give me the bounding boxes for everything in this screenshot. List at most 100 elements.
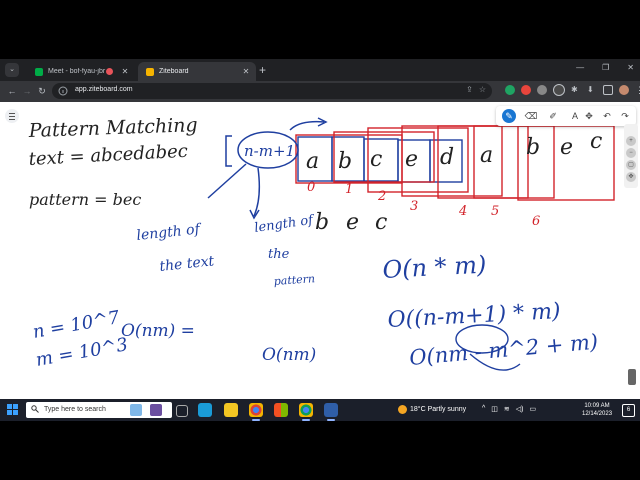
complexity-middle: O(nm): [262, 345, 316, 365]
pan-icon[interactable]: ✥: [626, 172, 636, 182]
pattern-characters: b e c: [315, 210, 387, 235]
back-icon[interactable]: ←: [5, 84, 19, 98]
tab-title: Ziteboard: [159, 68, 189, 75]
whiteboard-drawing[interactable]: Pattern Matching text = abcedabec patter…: [0, 102, 640, 399]
edge-icon[interactable]: [198, 403, 212, 417]
side-panel-icon[interactable]: [603, 85, 613, 95]
text-char: b: [338, 149, 352, 174]
zoom-in-icon[interactable]: +: [626, 136, 636, 146]
shape-tool-icon[interactable]: ✐: [546, 109, 560, 123]
length-pattern-line1: length of: [253, 213, 316, 236]
forward-icon[interactable]: →: [20, 84, 34, 98]
network-icon[interactable]: ◫: [491, 405, 498, 413]
wifi-icon[interactable]: ≋: [504, 405, 510, 413]
pen-tool-icon[interactable]: ✎: [502, 109, 516, 123]
share-icon[interactable]: ⇪: [466, 85, 473, 94]
windows-taskbar: Type here to search 18°C Partly sunny ^ …: [0, 399, 640, 421]
meeting-app-icon[interactable]: [324, 403, 338, 421]
grammarly-icon[interactable]: [505, 85, 515, 95]
partly-sunny-icon: [398, 405, 407, 414]
big-o-line1: O(n * m): [382, 251, 487, 284]
big-o-derivation: O(n * m) O((n-m+1) * m) O(nm - m^2 + m): [382, 251, 599, 371]
close-tab-icon[interactable]: ✕: [119, 67, 131, 76]
index-labels: 0 1 2 3 4 5 6: [307, 180, 540, 229]
weather-widget[interactable]: 18°C Partly sunny: [398, 405, 466, 414]
site-info-icon[interactable]: [58, 86, 68, 96]
text-tool-icon[interactable]: A: [568, 109, 582, 123]
minimize-icon[interactable]: —: [576, 63, 584, 72]
undo-icon[interactable]: ↶: [600, 109, 614, 123]
board-menu-button[interactable]: [5, 109, 19, 123]
tab-title: Meet - bof-fyau-jbr: [48, 68, 106, 75]
pattern-char: e: [346, 210, 359, 235]
volume-icon[interactable]: ◁): [516, 405, 524, 413]
fit-icon[interactable]: ▢: [626, 160, 636, 170]
complexity-left: O(nm) =: [121, 321, 195, 341]
drawing-toolbar: ✎ ⌫ ✐ A ✥ ↶ ↷: [496, 106, 636, 126]
puzzle-icon[interactable]: ✱: [571, 85, 581, 95]
windows-start-icon[interactable]: [7, 404, 18, 415]
extensions-area: ✱ ⬇ ⋮: [505, 84, 640, 96]
ziteboard-icon: [146, 67, 154, 76]
tab-search-button[interactable]: ⌄: [5, 63, 19, 77]
extension-icon[interactable]: [553, 84, 565, 96]
big-o-line3: O(nm - m^2 + m): [408, 330, 599, 370]
big-o-line2: O((n-m+1) * m): [387, 299, 561, 333]
battery-icon[interactable]: ▭: [530, 405, 537, 413]
clock-time: 10:09 AM: [584, 403, 610, 409]
redo-icon[interactable]: ↷: [618, 109, 632, 123]
restore-icon[interactable]: ❐: [602, 63, 609, 72]
weather-text: 18°C Partly sunny: [410, 406, 467, 413]
extension-icon[interactable]: [537, 85, 547, 95]
clock[interactable]: 10:09 AM 12/14/2023: [582, 402, 612, 418]
index-label: 4: [458, 204, 467, 219]
close-tab-icon[interactable]: ✕: [240, 67, 252, 76]
show-hidden-icons-icon[interactable]: ^: [482, 405, 485, 413]
length-pattern-line3: pattern: [273, 272, 315, 288]
search-icon: [31, 405, 39, 413]
length-text-line1: length of: [136, 221, 204, 244]
text-char: e: [405, 147, 418, 172]
ziteboard-canvas[interactable]: Pattern Matching text = abcedabec patter…: [0, 102, 640, 399]
taskbar-search[interactable]: Type here to search: [26, 402, 172, 418]
index-label: 3: [410, 199, 418, 214]
extension-icon[interactable]: [521, 85, 531, 95]
file-explorer-icon[interactable]: [224, 403, 238, 417]
notification-center-icon[interactable]: 6: [622, 404, 635, 417]
address-bar[interactable]: app.ziteboard.com ⇪ ☆: [52, 83, 492, 99]
reload-icon[interactable]: ↻: [35, 84, 49, 98]
pattern-char: c: [375, 210, 387, 235]
bookmark-star-icon[interactable]: ☆: [479, 85, 486, 94]
pattern-definition: pattern = bec: [29, 190, 141, 209]
window-controls: — ❐ ✕: [576, 63, 634, 72]
eraser-tool-icon[interactable]: ⌫: [524, 109, 538, 123]
chrome-icon[interactable]: [299, 403, 313, 421]
length-pattern-line2: the: [268, 247, 290, 262]
menu-dots-icon[interactable]: ⋮: [635, 85, 640, 96]
recording-indicator-icon: [106, 68, 113, 75]
zoom-tools: + − ▢ ✥: [624, 124, 638, 188]
help-icon[interactable]: [628, 369, 636, 385]
tab-meet[interactable]: Meet - bof-fyau-jbr ✕: [27, 62, 135, 81]
zoom-out-icon[interactable]: −: [626, 148, 636, 158]
text-char: a: [306, 149, 319, 174]
download-icon[interactable]: ⬇: [587, 85, 597, 95]
avatar[interactable]: [619, 85, 629, 95]
search-placeholder: Type here to search: [44, 406, 106, 413]
search-highlight-icon: [150, 404, 162, 416]
tab-strip: ⌄ Meet - bof-fyau-jbr ✕ Ziteboard ✕ + — …: [0, 59, 640, 81]
meet-icon: [35, 67, 43, 76]
title-text: Pattern Matching: [27, 114, 198, 142]
new-tab-button[interactable]: +: [259, 62, 266, 78]
browser-toolbar: ← → ↻ app.ziteboard.com ⇪ ☆ ✱ ⬇ ⋮: [0, 81, 640, 102]
store-icon[interactable]: [274, 403, 288, 417]
move-tool-icon[interactable]: ✥: [582, 109, 596, 123]
text-definition: text = abcedabec: [28, 141, 188, 170]
chrome-icon[interactable]: [249, 403, 263, 421]
close-window-icon[interactable]: ✕: [627, 63, 634, 72]
task-view-icon[interactable]: [176, 405, 188, 417]
text-char: a: [480, 143, 493, 168]
n-minus-m-plus-1: n-m+1: [244, 142, 295, 160]
text-char: d: [440, 145, 454, 170]
tab-ziteboard[interactable]: Ziteboard ✕: [138, 62, 256, 81]
